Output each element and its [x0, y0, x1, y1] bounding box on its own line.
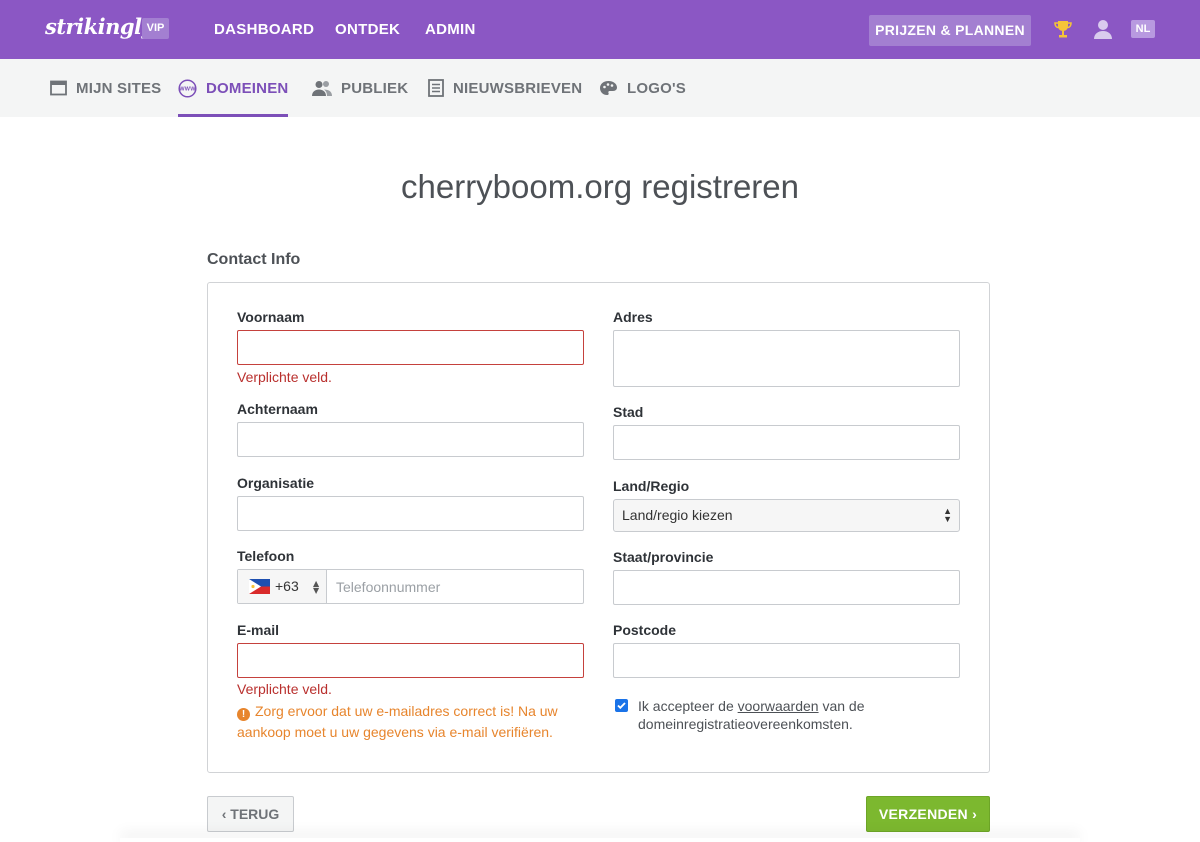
strikingly-logo[interactable]: strikingly: [45, 14, 154, 39]
email-warning-text: Zorg ervoor dat uw e-mailadres correct i…: [237, 703, 558, 740]
submit-button[interactable]: VERZENDEN ›: [866, 796, 990, 832]
subnav-label: DOMEINEN: [206, 79, 289, 97]
organisatie-label: Organisatie: [237, 475, 315, 491]
warning-icon: !: [237, 708, 250, 721]
nav-dashboard[interactable]: DASHBOARD: [214, 21, 314, 38]
terms-checkbox[interactable]: [615, 699, 628, 712]
user-icon[interactable]: [1092, 18, 1114, 40]
adres-label: Adres: [613, 309, 653, 325]
back-button-label: TERUG: [230, 806, 280, 822]
subnav-item-domeinen[interactable]: WWW DOMEINEN: [178, 59, 289, 117]
telefoon-input[interactable]: [328, 570, 583, 603]
subnav-item-publiek[interactable]: PUBLIEK: [312, 59, 408, 117]
trophy-icon[interactable]: [1052, 18, 1074, 40]
top-bar: strikingly VIP DASHBOARD ONTDEK ADMIN PR…: [0, 0, 1200, 59]
achternaam-label: Achternaam: [237, 401, 318, 417]
checkmark-icon: [617, 702, 626, 710]
nav-admin[interactable]: ADMIN: [425, 21, 476, 38]
nav-ontdek[interactable]: ONTDEK: [335, 21, 400, 38]
language-selector[interactable]: NL: [1131, 20, 1155, 38]
organisatie-field[interactable]: [237, 496, 584, 531]
back-button[interactable]: ‹ TERUG: [207, 796, 294, 832]
voornaam-field[interactable]: [237, 330, 584, 365]
postcode-label: Postcode: [613, 622, 677, 638]
stad-field[interactable]: [613, 425, 960, 460]
staat-field[interactable]: [613, 570, 960, 605]
terms-prefix: Ik accepteer de: [638, 698, 738, 714]
philippines-flag-icon: [249, 579, 270, 594]
adres-field[interactable]: [613, 330, 960, 387]
submit-button-label: VERZENDEN: [878, 806, 968, 822]
staat-label: Staat/provincie: [613, 549, 714, 565]
country-code-selector[interactable]: +63 ▲ ▼: [238, 570, 327, 603]
chevron-right-icon: ›: [967, 806, 978, 822]
vip-badge: VIP: [142, 18, 169, 39]
land-select[interactable]: Land/regio kiezen ▲ ▼: [613, 499, 960, 532]
www-icon: WWW: [178, 78, 197, 98]
email-error: Verplichte veld.: [237, 681, 332, 697]
people-icon: [312, 81, 332, 96]
calendar-icon: [50, 80, 67, 96]
palette-icon: [600, 81, 617, 95]
stad-label: Stad: [613, 404, 644, 420]
telefoon-label: Telefoon: [237, 548, 295, 564]
subnav-label: MIJN SITES: [76, 79, 162, 97]
updown-arrow-icon: ▲ ▼: [943, 506, 952, 524]
telefoon-field-group: +63 ▲ ▼: [237, 569, 584, 604]
page-title: cherryboom.org registreren: [401, 168, 799, 205]
updown-arrow-icon: ▲ ▼: [313, 579, 320, 595]
land-label: Land/Regio: [613, 478, 690, 494]
email-field[interactable]: [237, 643, 584, 678]
newsletter-icon: [428, 79, 444, 97]
subnav-label: PUBLIEK: [341, 79, 409, 97]
voornaam-label: Voornaam: [237, 309, 305, 325]
country-code: +63: [275, 578, 299, 594]
sub-navigation: MIJN SITES WWW DOMEINEN PUBLIEK NIEUWSBR…: [0, 59, 1200, 117]
pricing-button[interactable]: PRIJZEN & PLANNEN: [869, 15, 1031, 46]
subnav-label: LOGO'S: [627, 79, 686, 97]
subnav-item-logos[interactable]: LOGO'S: [599, 59, 686, 117]
terms-link[interactable]: voorwaarden: [738, 698, 819, 714]
achternaam-field[interactable]: [237, 422, 584, 457]
subnav-item-nieuwsbrieven[interactable]: NIEUWSBRIEVEN: [428, 59, 582, 117]
voornaam-error: Verplichte veld.: [237, 369, 332, 385]
subnav-item-mijn-sites[interactable]: MIJN SITES: [50, 59, 161, 117]
terms-text: Ik accepteer de voorwaarden van de domei…: [638, 697, 938, 733]
postcode-field[interactable]: [613, 643, 960, 678]
chevron-left-icon: ‹: [221, 806, 231, 822]
land-select-value: Land/regio kiezen: [622, 507, 733, 523]
email-warning: ! Zorg ervoor dat uw e-mailadres correct …: [237, 701, 587, 743]
section-heading-contact-info: Contact Info: [207, 251, 301, 268]
svg-text:WWW: WWW: [179, 86, 196, 92]
subnav-label: NIEUWSBRIEVEN: [453, 79, 583, 97]
email-label: E-mail: [237, 622, 280, 638]
footer-shadow: [120, 838, 1080, 842]
